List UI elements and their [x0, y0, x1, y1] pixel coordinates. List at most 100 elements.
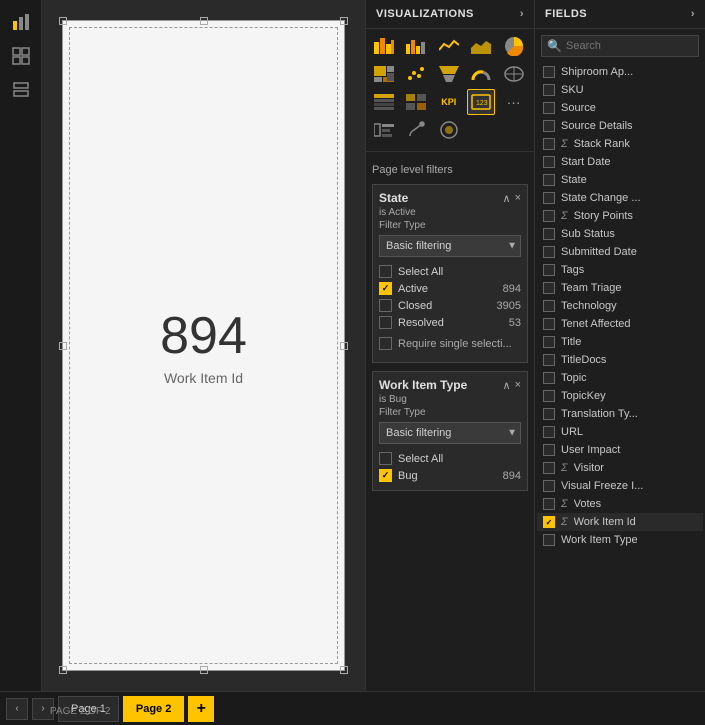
page-tab-2[interactable]: Page 2	[123, 696, 184, 722]
field-item-team-triage[interactable]: Team Triage	[537, 279, 703, 297]
viz-btn-more[interactable]: ···	[500, 89, 528, 115]
filter-state-item-2[interactable]: Closed 3905	[379, 297, 521, 314]
field-item-tags[interactable]: Tags	[537, 261, 703, 279]
field-item-state-change[interactable]: State Change ...	[537, 189, 703, 207]
filter-state-close[interactable]: ×	[515, 192, 521, 204]
field-item-shiproom[interactable]: Shiproom Ap...	[537, 63, 703, 81]
filter-workitem-check-1[interactable]	[379, 469, 392, 482]
field-item-tenet-affected[interactable]: Tenet Affected	[537, 315, 703, 333]
viz-btn-pie[interactable]	[500, 33, 528, 59]
sidebar-icon-layers[interactable]	[5, 76, 37, 104]
field-item-title[interactable]: Title	[537, 333, 703, 351]
viz-btn-treemap[interactable]	[370, 61, 398, 87]
viz-btn-funnel[interactable]	[435, 61, 463, 87]
filter-workitem-select[interactable]: Basic filtering	[379, 422, 521, 444]
filter-workitem-item-1[interactable]: Bug 894	[379, 467, 521, 484]
field-item-submitted-date[interactable]: Submitted Date	[537, 243, 703, 261]
canvas-frame[interactable]: 894 Work Item Id	[62, 20, 345, 671]
viz-btn-area[interactable]	[467, 33, 495, 59]
sidebar-icon-grid[interactable]	[5, 42, 37, 70]
field-item-visual-freeze[interactable]: Visual Freeze I...	[537, 477, 703, 495]
viz-btn-stacked-bar[interactable]	[370, 33, 398, 59]
filter-state-expand[interactable]: ∧	[503, 192, 511, 205]
field-item-topickey[interactable]: TopicKey	[537, 387, 703, 405]
field-check-translation[interactable]	[543, 408, 555, 420]
field-item-start-date[interactable]: Start Date	[537, 153, 703, 171]
field-item-work-item-id[interactable]: Σ Work Item Id	[537, 513, 703, 531]
field-check-shiproom[interactable]	[543, 66, 555, 78]
field-check-topickey[interactable]	[543, 390, 555, 402]
page-prev-btn[interactable]: ‹	[6, 698, 28, 720]
fields-search-input[interactable]	[541, 35, 699, 57]
viz-btn-table[interactable]	[370, 89, 398, 115]
filter-state-item-3[interactable]: Resolved 53	[379, 314, 521, 331]
viz-arrow[interactable]: ›	[520, 8, 524, 20]
filter-state-check-3[interactable]	[379, 316, 392, 329]
viz-btn-gauge[interactable]	[467, 61, 495, 87]
field-check-work-item-id[interactable]	[543, 516, 555, 528]
viz-btn-line[interactable]	[435, 33, 463, 59]
field-item-user-impact[interactable]: User Impact	[537, 441, 703, 459]
filter-workitem-expand[interactable]: ∧	[503, 379, 511, 392]
field-check-sku[interactable]	[543, 84, 555, 96]
filter-workitem-check-0[interactable]	[379, 452, 392, 465]
field-check-state[interactable]	[543, 174, 555, 186]
field-check-source[interactable]	[543, 102, 555, 114]
filter-state-check-1[interactable]	[379, 282, 392, 295]
field-item-work-item-type[interactable]: Work Item Type	[537, 531, 703, 549]
field-check-team-triage[interactable]	[543, 282, 555, 294]
field-check-stack-rank[interactable]	[543, 138, 555, 150]
field-item-source[interactable]: Source	[537, 99, 703, 117]
field-check-votes[interactable]	[543, 498, 555, 510]
viz-btn-scatter[interactable]	[402, 61, 430, 87]
field-item-visitor[interactable]: Σ Visitor	[537, 459, 703, 477]
require-single-checkbox[interactable]	[379, 337, 392, 350]
field-check-start-date[interactable]	[543, 156, 555, 168]
field-check-user-impact[interactable]	[543, 444, 555, 456]
field-check-visitor[interactable]	[543, 462, 555, 474]
field-check-tenet-affected[interactable]	[543, 318, 555, 330]
filter-workitem-close[interactable]: ×	[515, 379, 521, 391]
field-check-title[interactable]	[543, 336, 555, 348]
filter-workitem-item-0[interactable]: Select All	[379, 450, 521, 467]
field-item-sku[interactable]: SKU	[537, 81, 703, 99]
field-item-votes[interactable]: Σ Votes	[537, 495, 703, 513]
field-item-stack-rank[interactable]: Σ Stack Rank	[537, 135, 703, 153]
viz-btn-paint[interactable]	[402, 117, 430, 143]
viz-btn-kpi[interactable]: KPI	[435, 89, 463, 115]
field-item-topic[interactable]: Topic	[537, 369, 703, 387]
field-check-url[interactable]	[543, 426, 555, 438]
field-item-source-details[interactable]: Source Details	[537, 117, 703, 135]
filter-state-item-1[interactable]: Active 894	[379, 280, 521, 297]
field-check-tags[interactable]	[543, 264, 555, 276]
filter-state-check-0[interactable]	[379, 265, 392, 278]
field-item-translation[interactable]: Translation Ty...	[537, 405, 703, 423]
filter-state-check-2[interactable]	[379, 299, 392, 312]
field-check-topic[interactable]	[543, 372, 555, 384]
field-check-work-item-type[interactable]	[543, 534, 555, 546]
field-item-story-points[interactable]: Σ Story Points	[537, 207, 703, 225]
field-item-sub-status[interactable]: Sub Status	[537, 225, 703, 243]
field-check-sub-status[interactable]	[543, 228, 555, 240]
viz-btn-card[interactable]: 123	[467, 89, 495, 115]
filter-state-select[interactable]: Basic filtering	[379, 235, 521, 257]
viz-btn-matrix[interactable]	[402, 89, 430, 115]
field-check-story-points[interactable]	[543, 210, 555, 222]
filter-state-item-0[interactable]: Select All	[379, 263, 521, 280]
field-check-state-change[interactable]	[543, 192, 555, 204]
field-item-state[interactable]: State	[537, 171, 703, 189]
field-check-technology[interactable]	[543, 300, 555, 312]
viz-btn-analytics-tab[interactable]	[435, 117, 463, 143]
viz-btn-clustered-bar[interactable]	[402, 33, 430, 59]
field-check-visual-freeze[interactable]	[543, 480, 555, 492]
field-item-url[interactable]: URL	[537, 423, 703, 441]
field-check-submitted-date[interactable]	[543, 246, 555, 258]
field-item-titledocs[interactable]: TitleDocs	[537, 351, 703, 369]
page-add-button[interactable]: +	[188, 696, 214, 722]
viz-btn-slicer[interactable]	[370, 117, 398, 143]
field-check-source-details[interactable]	[543, 120, 555, 132]
sidebar-icon-chart[interactable]	[5, 8, 37, 36]
fields-arrow[interactable]: ›	[691, 8, 695, 20]
field-check-titledocs[interactable]	[543, 354, 555, 366]
field-item-technology[interactable]: Technology	[537, 297, 703, 315]
